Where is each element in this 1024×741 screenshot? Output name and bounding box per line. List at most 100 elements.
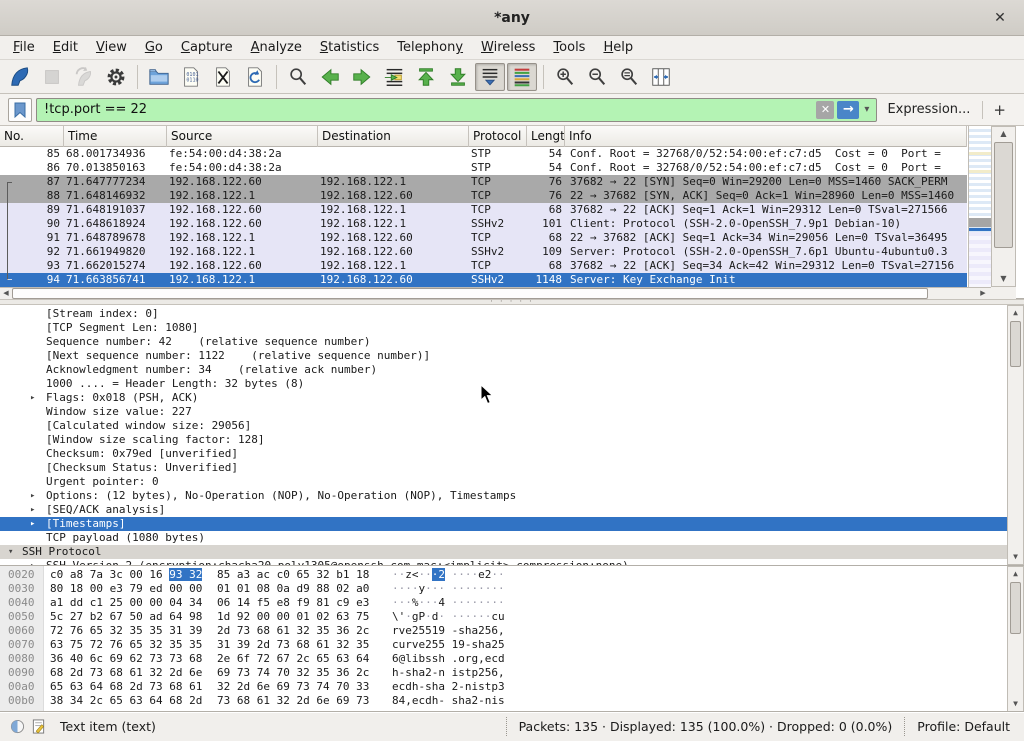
go-to-packet-icon[interactable] <box>379 63 409 91</box>
hex-ascii[interactable]: rve25519 -sha256, <box>392 624 505 638</box>
menu-item-analyze[interactable]: Analyze <box>242 38 311 57</box>
expression-button[interactable]: Expression... <box>877 102 980 117</box>
scroll-up-icon[interactable]: ▲ <box>1008 567 1023 581</box>
scroll-left-icon[interactable]: ◀ <box>0 288 12 299</box>
menu-item-telephony[interactable]: Telephony <box>388 38 472 57</box>
apply-filter-icon[interactable]: → <box>837 101 859 119</box>
go-forward-icon[interactable] <box>347 63 377 91</box>
hex-ascii[interactable]: ···%···4 ········ <box>392 596 505 610</box>
detail-tree-item[interactable]: ▸[Timestamps] <box>0 517 1007 531</box>
hex-bytes[interactable]: a1 dd c1 25 00 00 04 34 <box>50 596 202 610</box>
scrollbar-thumb[interactable] <box>12 288 928 299</box>
hex-bytes[interactable]: 65 63 64 68 2d 73 68 61 <box>50 680 202 694</box>
scrollbar-thumb[interactable] <box>994 142 1013 248</box>
expander-collapsed-icon[interactable]: ▸ <box>30 503 35 517</box>
expander-expanded-icon[interactable]: ▾ <box>8 545 13 559</box>
menu-item-statistics[interactable]: Statistics <box>311 38 388 57</box>
hex-row[interactable]: 008036 40 6c 69 62 73 73 682e 6f 72 67 2… <box>0 652 1007 666</box>
detail-tree-item[interactable]: Window size value: 227 <box>0 405 1007 419</box>
detail-tree-item[interactable]: [TCP Segment Len: 1080] <box>0 321 1007 335</box>
hex-bytes[interactable]: 36 40 6c 69 62 73 73 68 <box>50 652 202 666</box>
hex-bytes[interactable]: 80 18 00 e3 79 ed 00 00 <box>50 582 202 596</box>
packet-row[interactable]: 9071.648618924192.168.122.60192.168.122.… <box>0 217 967 231</box>
expander-collapsed-icon[interactable]: ▸ <box>30 489 35 503</box>
packet-row[interactable]: 9471.663856741192.168.122.1192.168.122.6… <box>0 273 967 287</box>
column-header-protocol[interactable]: Protocol <box>469 126 527 147</box>
hex-bytes[interactable]: 5c 27 b2 67 50 ad 64 98 <box>50 610 202 624</box>
scroll-down-icon[interactable]: ▼ <box>1008 697 1023 711</box>
detail-tree-item[interactable]: TCP payload (1080 bytes) <box>0 531 1007 545</box>
detail-tree-item[interactable]: ▸Options: (12 bytes), No-Operation (NOP)… <box>0 489 1007 503</box>
expert-info-icon[interactable] <box>10 719 25 734</box>
hex-bytes[interactable]: 32 2d 6e 69 73 74 70 33 <box>217 680 369 694</box>
hex-ascii[interactable]: ····y··· ········ <box>392 582 505 596</box>
ascii-selected-chars[interactable]: ·2 <box>432 568 445 581</box>
scrollbar-thumb[interactable] <box>1010 321 1021 367</box>
menu-item-edit[interactable]: Edit <box>44 38 87 57</box>
reload-file-icon[interactable] <box>240 63 270 91</box>
bookmark-icon[interactable] <box>8 98 32 122</box>
hex-ascii[interactable]: \'·gP·d· ······cu <box>392 610 505 624</box>
hex-row[interactable]: 007063 75 72 76 65 32 35 3531 39 2d 73 6… <box>0 638 1007 652</box>
column-header-length[interactable]: Length <box>527 126 565 147</box>
hex-ascii[interactable]: curve255 19-sha25 <box>392 638 505 652</box>
packet-row[interactable]: 9271.661949820192.168.122.1192.168.122.6… <box>0 245 967 259</box>
hex-ascii[interactable]: 6@libssh .org,ecd <box>392 652 505 666</box>
detail-tree-item[interactable]: [Window size scaling factor: 128] <box>0 433 1007 447</box>
scroll-down-icon[interactable]: ▼ <box>992 272 1015 286</box>
zoom-out-icon[interactable] <box>582 63 612 91</box>
details-scrollbar[interactable]: ▲ ▼ <box>1007 305 1024 565</box>
hex-row[interactable]: 00b038 34 2c 65 63 64 68 2d73 68 61 32 2… <box>0 694 1007 708</box>
detail-tree-item[interactable]: [Stream index: 0] <box>0 307 1007 321</box>
hex-row[interactable]: 0020c0 a8 7a 3c 00 16 93 3285 a3 ac c0 6… <box>0 568 1007 582</box>
resize-columns-icon[interactable] <box>646 63 676 91</box>
clear-filter-icon[interactable]: ✕ <box>816 101 834 119</box>
column-header-destination[interactable]: Destination <box>318 126 469 147</box>
hex-bytes[interactable]: 31 39 2d 73 68 61 32 35 <box>217 638 369 652</box>
hex-bytes[interactable]: 68 2d 73 68 61 32 2d 6e <box>50 666 202 680</box>
hex-bytes[interactable]: 63 75 72 76 65 32 35 35 <box>50 638 202 652</box>
expander-collapsed-icon[interactable]: ▸ <box>30 517 35 531</box>
hex-row[interactable]: 006072 76 65 32 35 35 31 392d 73 68 61 3… <box>0 624 1007 638</box>
menu-item-wireless[interactable]: Wireless <box>472 38 544 57</box>
capture-options-icon[interactable] <box>101 63 131 91</box>
filter-dropdown-icon[interactable]: ▾ <box>859 104 872 115</box>
packet-row[interactable]: 9371.662015274192.168.122.60192.168.122.… <box>0 259 967 273</box>
titlebar[interactable]: *any ✕ <box>0 0 1024 36</box>
detail-tree-item[interactable]: Acknowledgment number: 34 (relative ack … <box>0 363 1007 377</box>
packet-row[interactable]: 8670.013850163fe:54:00:d4:38:2aSTP54Conf… <box>0 161 967 175</box>
hex-bytes[interactable]: 1d 92 00 00 01 02 63 75 <box>217 610 369 624</box>
packet-row[interactable]: 8971.648191037192.168.122.60192.168.122.… <box>0 203 967 217</box>
detail-tree-item[interactable]: Sequence number: 42 (relative sequence n… <box>0 335 1007 349</box>
hex-bytes[interactable]: 2e 6f 72 67 2c 65 63 64 <box>217 652 369 666</box>
hex-bytes[interactable]: 72 76 65 32 35 35 31 39 <box>50 624 202 638</box>
packet-row[interactable]: 8771.647777234192.168.122.60192.168.122.… <box>0 175 967 189</box>
menu-item-capture[interactable]: Capture <box>172 38 242 57</box>
column-header-time[interactable]: Time <box>64 126 167 147</box>
menu-item-file[interactable]: File <box>4 38 44 57</box>
hex-ascii[interactable]: 84,ecdh- sha2-nis <box>392 694 505 708</box>
column-header-info[interactable]: Info <box>565 126 967 147</box>
hex-bytes[interactable]: 73 68 61 32 2d 6e 69 73 <box>217 694 369 708</box>
start-capture-icon[interactable] <box>5 63 35 91</box>
detail-tree-item[interactable]: ▸[SEQ/ACK analysis] <box>0 503 1007 517</box>
hex-bytes[interactable]: 38 34 2c 65 63 64 68 2d <box>50 694 202 708</box>
auto-scroll-icon[interactable] <box>475 63 505 91</box>
hex-bytes[interactable]: 06 14 f5 e8 f9 81 c9 e3 <box>217 596 369 610</box>
hex-row[interactable]: 00a065 63 64 68 2d 73 68 6132 2d 6e 69 7… <box>0 680 1007 694</box>
hex-ascii[interactable]: ··z<···2 ····e2·· <box>392 568 505 582</box>
colorize-icon[interactable] <box>507 63 537 91</box>
menu-item-help[interactable]: Help <box>594 38 642 57</box>
save-file-icon[interactable]: 01010110 <box>176 63 206 91</box>
packet-row[interactable]: 8568.001734936fe:54:00:d4:38:2aSTP54Conf… <box>0 147 967 161</box>
filter-input[interactable]: !tcp.port == 22 ✕ → ▾ <box>36 98 877 122</box>
menu-item-view[interactable]: View <box>87 38 136 57</box>
detail-tree-item[interactable]: [Next sequence number: 1122 (relative se… <box>0 349 1007 363</box>
scrollbar-thumb[interactable] <box>1010 582 1021 634</box>
detail-tree-item[interactable]: Urgent pointer: 0 <box>0 475 1007 489</box>
find-packet-icon[interactable] <box>283 63 313 91</box>
go-back-icon[interactable] <box>315 63 345 91</box>
detail-tree-item[interactable]: ▸Flags: 0x018 (PSH, ACK) <box>0 391 1007 405</box>
hex-bytes[interactable]: 2d 73 68 61 32 35 36 2c <box>217 624 369 638</box>
hex-selected-bytes[interactable]: 93 32 <box>169 568 202 581</box>
